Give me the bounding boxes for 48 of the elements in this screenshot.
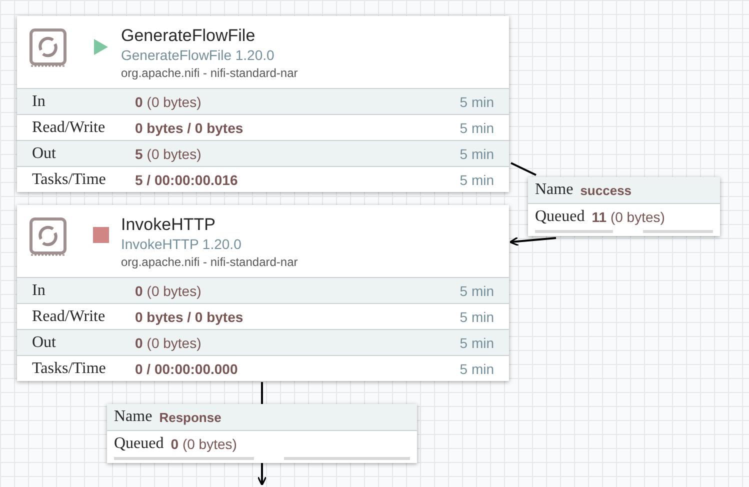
processor-bundle: org.apache.nifi - nifi-standard-nar: [121, 254, 298, 271]
stat-value: 0 bytes / 0 bytes: [135, 120, 244, 136]
processor-type: GenerateFlowFile 1.20.0: [121, 46, 276, 64]
stat-window: 5 min: [460, 308, 494, 324]
stat-value: 5 / 00:00:00.016: [135, 172, 239, 188]
stat-label: Out: [32, 144, 57, 162]
stat-window: 5 min: [460, 172, 494, 188]
stat-window: 5 min: [460, 360, 494, 376]
stat-value: 0 (0 bytes): [135, 282, 202, 298]
connection-name: success: [580, 182, 632, 198]
connection-label[interactable]: Name Response Queued 0 (0 bytes): [107, 404, 417, 463]
stat-window: 5 min: [460, 282, 494, 298]
connection-name: Response: [159, 410, 222, 424]
stat-window: 5 min: [460, 146, 494, 162]
stat-label: Tasks/Time: [32, 170, 107, 188]
stat-value: 0 (0 bytes): [135, 94, 202, 110]
queued-label: Queued: [114, 435, 164, 453]
queued-label: Queued: [535, 208, 585, 226]
stat-value: 0 bytes / 0 bytes: [135, 308, 244, 324]
stat-label: In: [32, 92, 46, 110]
processor-name: InvokeHTTP: [121, 215, 216, 235]
processor-type: InvokeHTTP 1.20.0: [121, 235, 242, 253]
name-label: Name: [114, 408, 152, 426]
connection-label[interactable]: Name success Queued 11 (0 bytes): [528, 177, 720, 236]
stat-label: Read/Write: [32, 118, 106, 136]
name-label: Name: [535, 181, 574, 199]
connection-arrow[interactable]: [509, 236, 556, 246]
connection-line[interactable]: [510, 162, 536, 176]
queued-value: 0 (0 bytes): [170, 436, 237, 452]
connection-arrow[interactable]: [257, 462, 267, 486]
processor-bundle: org.apache.nifi - nifi-standard-nar: [121, 65, 298, 82]
stat-label: Out: [32, 334, 57, 352]
processor-card[interactable]: GenerateFlowFile GenerateFlowFile 1.20.0 org.apache.nifi - nifi-standard-nar In 0 (0 bytes) 5 min Read/Write 0 bytes / 0 bytes 5 min Out 5 (0 bytes) 5 min Tasks/Time 5 / 00:00:00.016 5 min: [17, 16, 509, 192]
stat-value: 0 / 00:00:00.000: [135, 360, 239, 376]
processor-icon: [29, 28, 67, 68]
stat-window: 5 min: [460, 334, 494, 350]
stat-value: 5 (0 bytes): [135, 146, 202, 162]
processor-name: GenerateFlowFile: [121, 26, 256, 46]
stat-label: Tasks/Time: [32, 360, 107, 378]
stat-label: Read/Write: [32, 308, 106, 326]
stat-window: 5 min: [460, 120, 494, 136]
stat-value: 0 (0 bytes): [135, 334, 202, 350]
queue-gauge: [642, 230, 713, 233]
processor-icon: [29, 217, 67, 257]
stat-window: 5 min: [460, 94, 494, 110]
processor-card[interactable]: InvokeHTTP InvokeHTTP 1.20.0 org.apache.nifi - nifi-standard-nar In 0 (0 bytes) 5 min Read/Write 0 bytes / 0 bytes 5 min Out 0 (0 bytes) 5 min Tasks/Time 0 / 00:00:00.000 5 min: [17, 205, 509, 381]
queued-value: 11 (0 bytes): [592, 209, 665, 225]
stat-label: In: [32, 282, 46, 300]
